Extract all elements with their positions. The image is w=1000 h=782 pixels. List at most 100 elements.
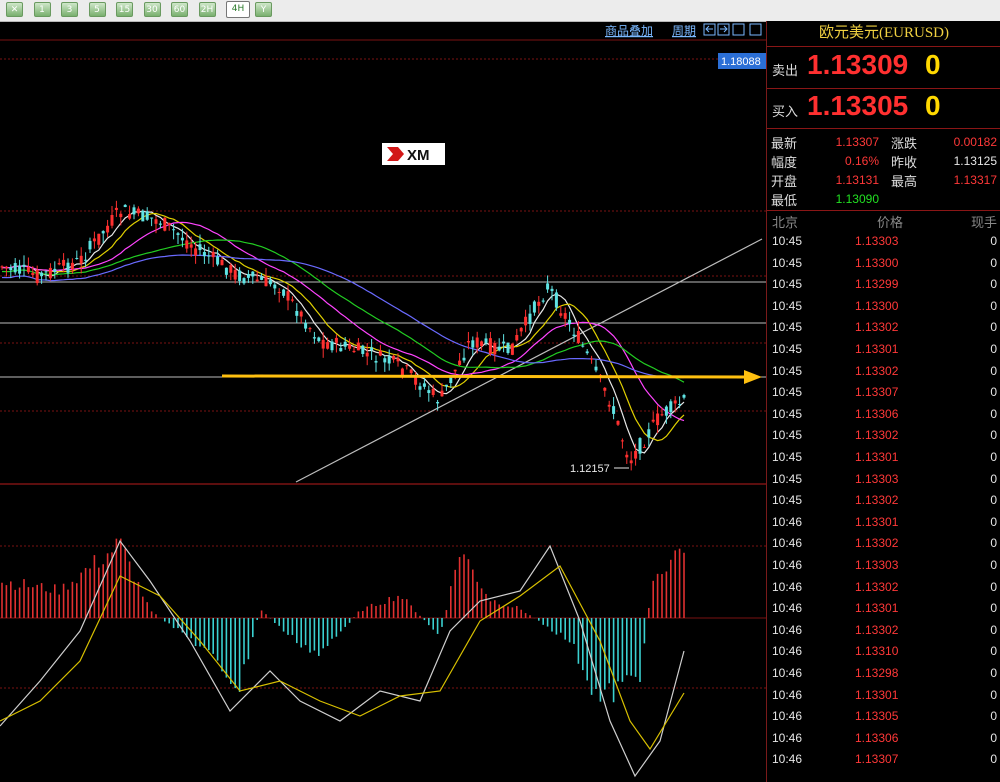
right-arrow-icon <box>720 25 728 33</box>
candle-body <box>216 256 220 265</box>
period-1-button[interactable]: 1 <box>33 2 51 17</box>
candle-body <box>75 257 79 259</box>
candle-body <box>145 211 149 220</box>
tick-price: 1.13303 <box>855 234 899 248</box>
period-link[interactable]: 周期 <box>672 24 696 38</box>
tick-time: 10:46 <box>772 558 803 572</box>
tick-price: 1.13307 <box>855 752 899 767</box>
candle-body <box>620 440 624 442</box>
overlay-symbol-link[interactable]: 商品叠加 <box>605 23 653 38</box>
candle-body <box>330 341 334 351</box>
candle-body <box>361 345 365 354</box>
candle-body <box>400 368 404 376</box>
tick-price: 1.13303 <box>855 471 899 486</box>
tick-volume: 0 <box>990 406 997 421</box>
candle-body <box>462 357 466 361</box>
tick-row: 10:45 1.13300 0 <box>767 253 1000 275</box>
tick-price: 1.13302 <box>855 622 899 637</box>
tick-time: 10:45 <box>772 471 803 486</box>
tick-time: 10:46 <box>772 752 803 767</box>
candle-body <box>233 269 237 280</box>
tick-volume: 0 <box>990 666 997 680</box>
candle-body <box>282 289 286 296</box>
candle-body <box>348 344 352 349</box>
tick-row: 10:46 1.13301 0 <box>767 512 1000 534</box>
tick-time: 10:45 <box>772 363 803 378</box>
candle-body <box>44 271 48 273</box>
candle-body <box>563 313 567 319</box>
tick-price: 1.13302 <box>855 428 899 443</box>
candle-body <box>26 267 30 273</box>
period-30-button[interactable]: 30 <box>143 2 161 17</box>
candle-body <box>176 233 180 235</box>
tick-row: 10:46 1.13302 0 <box>767 533 1000 555</box>
ma-line-blue <box>1 254 684 379</box>
tick-row: 10:46 1.13298 0 <box>767 663 1000 685</box>
candle-body <box>172 229 176 231</box>
candle-body <box>141 210 145 222</box>
tick-row: 10:46 1.13305 0 <box>767 706 1000 728</box>
candle-body <box>163 217 167 231</box>
candle-body <box>220 259 224 266</box>
candle-body <box>524 316 528 326</box>
candle-body <box>79 255 83 264</box>
candle-body <box>493 343 497 355</box>
high-label: 最高 <box>891 175 918 190</box>
candle-body <box>585 351 589 354</box>
candle-body <box>660 414 664 416</box>
candle-body <box>409 369 413 374</box>
candle-body <box>334 337 338 343</box>
arrow-head-icon <box>744 370 762 384</box>
window-buttons[interactable] <box>703 23 762 36</box>
tick-time: 10:45 <box>772 277 803 292</box>
period-3-button[interactable]: 3 <box>61 2 78 17</box>
candle-body <box>576 330 580 343</box>
tick-price: 1.13301 <box>855 601 899 616</box>
candle-body <box>392 355 396 360</box>
period-15-button[interactable]: 15 <box>116 2 133 17</box>
tick-time: 10:45 <box>772 385 803 400</box>
tick-row: 10:45 1.13301 0 <box>767 339 1000 361</box>
tick-volume: 0 <box>990 752 997 767</box>
period-4h-button[interactable]: 4H <box>226 1 250 18</box>
buy-volume: 0 <box>925 90 941 121</box>
change-value: 0.00182 <box>953 135 997 149</box>
candle-body <box>642 447 646 449</box>
candle-body <box>673 400 677 404</box>
tick-row: 10:46 1.13302 0 <box>767 620 1000 642</box>
candle-body <box>242 278 246 284</box>
candle-body <box>31 272 35 276</box>
candle-body <box>136 208 140 214</box>
tick-row: 10:45 1.13299 0 <box>767 274 1000 296</box>
candle-body <box>273 284 277 289</box>
candle-body <box>84 259 88 261</box>
candle-body <box>48 267 52 279</box>
candle-body <box>519 327 523 332</box>
tick-time: 10:45 <box>772 406 803 421</box>
tick-row: 10:46 1.13306 0 <box>767 728 1000 750</box>
candle-body <box>656 413 660 426</box>
tick-row: 10:45 1.13302 0 <box>767 425 1000 447</box>
chart-area[interactable]: 商品叠加 周期 1.18088 XM 1.12157 <box>0 21 766 782</box>
period-y-button[interactable]: Y <box>255 2 272 17</box>
tool-x-button[interactable]: ✕ <box>6 2 23 17</box>
tick-volume: 0 <box>990 234 997 248</box>
price-chart[interactable]: 商品叠加 周期 1.18088 XM 1.12157 <box>0 21 766 782</box>
tick-price: 1.13301 <box>855 450 899 464</box>
tick-price: 1.13300 <box>855 255 899 270</box>
candle-body <box>352 350 356 353</box>
candle-body <box>264 276 268 287</box>
period-toolbar: ✕ 1 3 5 15 30 60 2H 4H Y <box>0 0 1000 22</box>
trend-line <box>295 238 763 483</box>
candle-body <box>502 341 506 344</box>
tick-row: 10:45 1.13300 0 <box>767 296 1000 318</box>
tick-price: 1.13302 <box>855 363 899 378</box>
candle-body <box>18 265 22 274</box>
tick-price: 1.13306 <box>855 406 899 421</box>
tick-volume: 0 <box>990 687 997 702</box>
candle-body <box>339 348 343 352</box>
candle-body <box>541 300 545 302</box>
period-2h-button[interactable]: 2H <box>198 2 216 17</box>
period-60-button[interactable]: 60 <box>171 2 188 17</box>
period-5-button[interactable]: 5 <box>88 2 106 17</box>
